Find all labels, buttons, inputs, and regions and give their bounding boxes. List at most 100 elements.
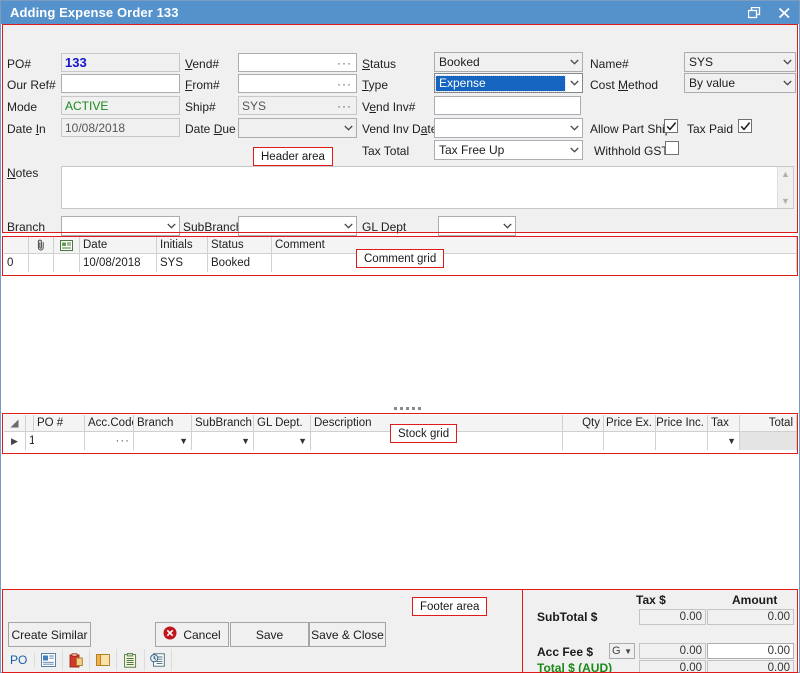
stock-col-price-ex[interactable]: Price Ex. [604, 415, 656, 431]
save-and-close-button[interactable]: Save & Close [309, 622, 386, 647]
clipboard-icon[interactable] [117, 649, 144, 671]
subbranch-select[interactable] [238, 216, 357, 236]
stock-cell-price-inc[interactable] [656, 432, 708, 450]
comment-cell-note[interactable] [54, 254, 80, 272]
gl-dept-label: GL Dept [362, 220, 406, 234]
comment-col-status[interactable]: Status [208, 237, 272, 253]
comment-cell-attachment[interactable] [29, 254, 54, 272]
acc-fee-tax-code-select[interactable]: G ▼ [609, 643, 635, 659]
chevron-down-icon [566, 119, 582, 137]
tax-total-select[interactable]: Tax Free Up [434, 140, 583, 160]
comment-cell-date[interactable]: 10/08/2018 [80, 254, 157, 272]
comment-col-date[interactable]: Date [80, 237, 157, 253]
restore-icon[interactable] [739, 1, 769, 24]
gl-dept-select[interactable] [438, 216, 516, 236]
save-button[interactable]: Save [230, 622, 309, 647]
type-select[interactable]: Expense [434, 73, 583, 93]
stock-col-branch[interactable]: Branch [134, 415, 192, 431]
stock-cell-price-ex[interactable] [604, 432, 656, 450]
stock-col-total[interactable]: Total [740, 415, 797, 431]
total-tax-field: 0.00 [639, 660, 706, 673]
chevron-down-icon[interactable]: ▼ [179, 436, 188, 446]
grid-splitter-handle[interactable] [394, 407, 421, 410]
chevron-down-icon [499, 217, 515, 235]
close-icon[interactable] [769, 1, 799, 24]
create-similar-button[interactable]: Create Similar [8, 622, 91, 647]
copy-icon[interactable] [90, 649, 117, 671]
stock-col-price-inc[interactable]: Price Inc. [656, 415, 708, 431]
totals-col-tax: Tax $ [636, 593, 666, 607]
cost-method-value: By value [685, 76, 779, 90]
paste-red-icon[interactable] [63, 649, 90, 671]
stock-col-gl-dept[interactable]: GL Dept. [254, 415, 311, 431]
status-label: Status [362, 57, 396, 71]
vend-number-label: Vend# [185, 57, 219, 71]
history-icon[interactable] [145, 649, 172, 671]
chevron-down-icon[interactable]: ▼ [241, 436, 250, 446]
stock-cell-subbranch[interactable]: ▼ [192, 432, 254, 450]
notes-label: Notes [7, 166, 38, 180]
chevron-down-icon [779, 53, 795, 71]
chevron-down-icon[interactable]: ▼ [727, 436, 736, 446]
cost-method-select[interactable]: By value [684, 73, 796, 93]
stock-col-po[interactable]: PO # [34, 415, 85, 431]
stock-cell-tax[interactable]: ▼ [708, 432, 740, 450]
comment-col-num [4, 237, 29, 253]
scroll-up-icon[interactable]: ▲ [781, 169, 790, 179]
stock-col-subbranch[interactable]: SubBranch [192, 415, 254, 431]
stock-col-acc-code[interactable]: Acc.Code [85, 415, 134, 431]
comment-cell-comment[interactable] [272, 254, 797, 272]
scroll-down-icon[interactable]: ▼ [781, 196, 790, 206]
vend-number-lookup-icon[interactable]: ··· [337, 56, 353, 70]
withhold-gst-checkbox[interactable] [665, 141, 679, 155]
cancel-button[interactable]: Cancel [155, 622, 229, 647]
stock-col-qty[interactable]: Qty [563, 415, 604, 431]
from-number-input[interactable]: ··· [238, 74, 357, 93]
stock-cell-acc-code[interactable]: ··· [85, 432, 134, 450]
comment-cell-status[interactable]: Booked [208, 254, 272, 272]
vend-inv-date-select[interactable] [434, 118, 583, 138]
cancel-icon [163, 626, 177, 643]
comment-col-comment[interactable]: Comment [272, 237, 797, 253]
stock-cell-qty[interactable] [563, 432, 604, 450]
name-number-select[interactable]: SYS [684, 52, 796, 72]
vend-inv-number-label: Vend Inv# [362, 100, 415, 114]
acc-fee-amount-input[interactable]: 0.00 [707, 643, 794, 659]
comment-col-initials[interactable]: Initials [157, 237, 208, 253]
notes-scrollbar[interactable]: ▲ ▼ [777, 167, 793, 208]
date-due-select[interactable] [238, 118, 357, 138]
withhold-gst-label: Withhold GST [594, 144, 669, 158]
our-ref-input[interactable] [61, 74, 180, 93]
subtotal-label: SubTotal $ [537, 610, 597, 624]
create-similar-label: Create Similar [11, 628, 87, 642]
window-title: Adding Expense Order 133 [1, 5, 179, 20]
allow-part-ship-checkbox[interactable] [664, 119, 678, 133]
grid-menu-icon[interactable] [4, 415, 26, 431]
chevron-down-icon [340, 119, 356, 137]
save-label: Save [256, 628, 283, 642]
chevron-down-icon[interactable]: ▼ [298, 436, 307, 446]
ship-number-input[interactable]: SYS ··· [238, 96, 357, 115]
chevron-down-icon: ▼ [624, 647, 634, 656]
acc-code-lookup-icon[interactable]: ··· [116, 435, 131, 447]
stock-cell-branch[interactable]: ▼ [134, 432, 192, 450]
ship-number-value: SYS [242, 99, 337, 113]
from-number-lookup-icon[interactable]: ··· [337, 77, 353, 91]
allow-part-ship-label: Allow Part Ship [590, 122, 671, 136]
po-tab-label[interactable]: PO [3, 653, 35, 667]
ship-number-lookup-icon[interactable]: ··· [337, 99, 353, 113]
tax-total-label: Tax Total [362, 144, 409, 158]
tax-paid-checkbox[interactable] [738, 119, 752, 133]
comment-cell-initials[interactable]: SYS [157, 254, 208, 272]
stock-col-tax[interactable]: Tax [708, 415, 740, 431]
stock-cell-gl-dept[interactable]: ▼ [254, 432, 311, 450]
vend-inv-number-input[interactable] [434, 96, 581, 115]
vend-number-input[interactable]: ··· [238, 53, 357, 72]
notes-textarea[interactable]: ▲ ▼ [61, 166, 794, 209]
status-select[interactable]: Booked [434, 52, 583, 72]
branch-select[interactable] [61, 216, 180, 236]
totals-panel: Tax $ Amount SubTotal $ 0.00 0.00 Acc Fe… [529, 591, 797, 673]
stock-cell-po[interactable] [34, 432, 85, 450]
document-card-icon[interactable] [35, 649, 62, 671]
chevron-down-icon [566, 74, 582, 92]
